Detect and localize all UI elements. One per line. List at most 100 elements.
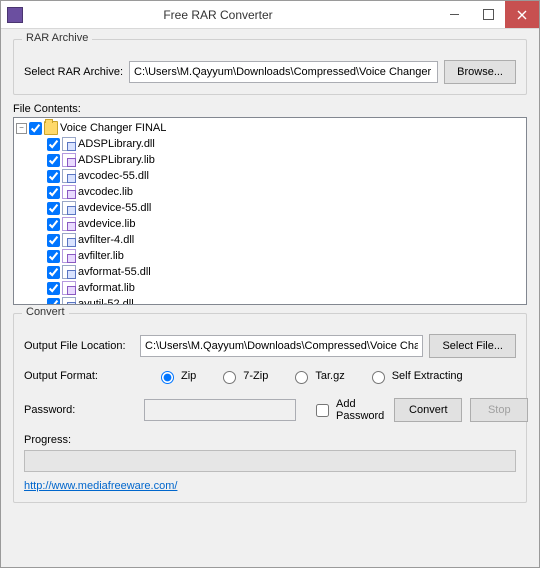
tree-spacer (34, 235, 45, 246)
add-password-label: Add Password (336, 398, 384, 422)
tree-checkbox[interactable] (29, 122, 42, 135)
tree-spacer (34, 187, 45, 198)
tree-node-label: avcodec.lib (78, 186, 133, 198)
dll-file-icon (62, 201, 76, 215)
add-password-checkbox[interactable] (316, 404, 329, 417)
tree-spacer (34, 139, 45, 150)
window-controls (437, 1, 539, 28)
tree-node[interactable]: ADSPLibrary.dll (34, 136, 526, 152)
format-radio[interactable] (223, 371, 236, 384)
tree-checkbox[interactable] (47, 250, 60, 263)
tree-checkbox[interactable] (47, 298, 60, 306)
password-label: Password: (24, 404, 134, 416)
tree-node-label: avcodec-55.dll (78, 170, 149, 182)
tree-checkbox[interactable] (47, 186, 60, 199)
convert-group: Convert Output File Location: Select Fil… (13, 313, 527, 503)
tree-checkbox[interactable] (47, 170, 60, 183)
dll-file-icon (62, 137, 76, 151)
tree-node-label: avformat.lib (78, 282, 135, 294)
tree-node-label: avfilter.lib (78, 250, 124, 262)
format-radio[interactable] (161, 371, 174, 384)
tree-spacer (34, 299, 45, 306)
tree-node[interactable]: avfilter-4.dll (34, 232, 526, 248)
rar-archive-group: RAR Archive Select RAR Archive: Browse..… (13, 39, 527, 95)
format-label: 7-Zip (243, 370, 268, 382)
minimize-button[interactable] (437, 1, 471, 28)
dll-file-icon (62, 233, 76, 247)
tree-spacer (34, 155, 45, 166)
tree-node[interactable]: avcodec-55.dll (34, 168, 526, 184)
tree-node[interactable]: avutil-52.dll (34, 296, 526, 305)
password-input[interactable] (144, 399, 296, 421)
tree-spacer (34, 283, 45, 294)
output-location-label: Output File Location: (24, 340, 134, 352)
lib-file-icon (62, 281, 76, 295)
lib-file-icon (62, 249, 76, 263)
tree-node[interactable]: avdevice.lib (34, 216, 526, 232)
tree-node-label: avutil-52.dll (78, 298, 134, 305)
tree-checkbox[interactable] (47, 234, 60, 247)
tree-checkbox[interactable] (47, 202, 60, 215)
format-radio[interactable] (372, 371, 385, 384)
tree-node[interactable]: − Voice Changer FINAL (16, 120, 526, 136)
format-option-zip[interactable]: Zip (156, 368, 196, 384)
tree-checkbox[interactable] (47, 154, 60, 167)
maximize-button[interactable] (471, 1, 505, 28)
format-label: Zip (181, 370, 196, 382)
format-label: Self Extracting (392, 370, 463, 382)
tree-node[interactable]: avfilter.lib (34, 248, 526, 264)
tree-node-label: avfilter-4.dll (78, 234, 134, 246)
tree-node-label: ADSPLibrary.dll (78, 138, 155, 150)
tree-node-label: avdevice.lib (78, 218, 135, 230)
tree-node-label: avformat-55.dll (78, 266, 151, 278)
app-window: Free RAR Converter RAR Archive Select RA… (0, 0, 540, 568)
tree-node[interactable]: avcodec.lib (34, 184, 526, 200)
lib-file-icon (62, 217, 76, 231)
add-password-option[interactable]: Add Password (312, 398, 384, 422)
progress-area: Progress: (24, 434, 516, 472)
tree-checkbox[interactable] (47, 282, 60, 295)
client-area: RAR Archive Select RAR Archive: Browse..… (1, 29, 539, 567)
tree-node[interactable]: avdevice-55.dll (34, 200, 526, 216)
output-format-row: Output Format: Zip 7-Zip Tar.gz Self Extrac… (24, 368, 516, 384)
format-radio[interactable] (295, 371, 308, 384)
file-contents-section: File Contents: −Voice Changer FINALADSPL… (13, 103, 527, 305)
dll-file-icon (62, 169, 76, 183)
format-option-7-zip[interactable]: 7-Zip (218, 368, 268, 384)
dll-file-icon (62, 297, 76, 305)
tree-node-label: Voice Changer FINAL (60, 122, 166, 134)
lib-file-icon (62, 153, 76, 167)
titlebar: Free RAR Converter (1, 1, 539, 29)
browse-button[interactable]: Browse... (444, 60, 516, 84)
convert-button[interactable]: Convert (394, 398, 462, 422)
lib-file-icon (62, 185, 76, 199)
dll-file-icon (62, 265, 76, 279)
tree-node[interactable]: ADSPLibrary.lib (34, 152, 526, 168)
footer-link[interactable]: http://www.mediafreeware.com/ (24, 480, 177, 492)
select-file-button[interactable]: Select File... (429, 334, 516, 358)
output-path-input[interactable] (140, 335, 423, 357)
tree-spacer (34, 251, 45, 262)
convert-legend: Convert (22, 306, 69, 318)
select-archive-label: Select RAR Archive: (24, 66, 123, 78)
format-label: Tar.gz (315, 370, 344, 382)
close-button[interactable] (505, 1, 539, 28)
password-row: Password: Add Password Convert Stop (24, 398, 516, 422)
output-format-label: Output Format: (24, 370, 134, 382)
format-option-self-extracting[interactable]: Self Extracting (367, 368, 463, 384)
file-tree[interactable]: − Voice Changer FINAL ADSPLibrary.dll ADSPL… (13, 117, 527, 305)
window-title: Free RAR Converter (0, 8, 437, 22)
archive-path-input[interactable] (129, 61, 438, 83)
tree-node[interactable]: avformat.lib (34, 280, 526, 296)
tree-checkbox[interactable] (47, 138, 60, 151)
tree-checkbox[interactable] (47, 266, 60, 279)
format-option-tar-gz[interactable]: Tar.gz (290, 368, 344, 384)
tree-node-label: ADSPLibrary.lib (78, 154, 155, 166)
tree-checkbox[interactable] (47, 218, 60, 231)
rar-archive-legend: RAR Archive (22, 32, 92, 44)
stop-button[interactable]: Stop (470, 398, 528, 422)
folder-icon (44, 121, 58, 135)
collapse-icon[interactable]: − (16, 123, 27, 134)
tree-node[interactable]: avformat-55.dll (34, 264, 526, 280)
progress-bar (24, 450, 516, 472)
